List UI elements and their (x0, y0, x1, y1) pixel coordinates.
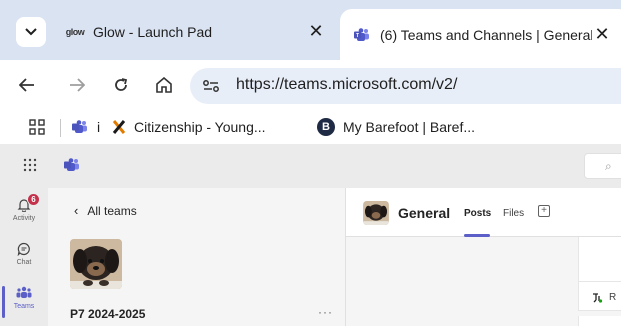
post-snippet: R (609, 291, 617, 303)
browser-tab-glow[interactable]: glow Glow - Launch Pad ✕ (56, 8, 336, 55)
post-divider (579, 281, 621, 282)
bookmarks-bar: i Citizenship - Young... B My Barefoot |… (0, 110, 621, 144)
post-card[interactable]: a R (578, 237, 621, 311)
post-card[interactable] (578, 316, 621, 326)
team-avatar[interactable] (70, 239, 122, 289)
app-bot-icon (593, 293, 603, 303)
close-icon[interactable]: ✕ (592, 24, 612, 45)
browser-tab-strip: glow Glow - Launch Pad ✕ T (6) Teams and… (0, 0, 621, 60)
teams-header: ⌕ (0, 144, 621, 188)
forward-arrow-icon (70, 78, 85, 92)
apps-button[interactable] (29, 116, 45, 138)
svg-text:T: T (356, 33, 359, 39)
post-reply-row[interactable]: R (591, 291, 616, 303)
team-name: P7 2024-2025 (70, 307, 146, 321)
rail-item-teams[interactable]: Teams (0, 280, 48, 324)
bookmark-separator (60, 119, 61, 137)
teams-list-pane: ‹ All teams P7 2024-2025 ··· (48, 188, 346, 326)
barefoot-icon: B (317, 118, 335, 136)
citizenship-icon (112, 119, 126, 135)
more-options-icon[interactable]: ··· (318, 305, 333, 319)
tab-files[interactable]: Files (503, 208, 524, 219)
rail-item-activity[interactable]: 6 Activity (0, 192, 48, 236)
teams-logo-icon (64, 158, 80, 177)
all-teams-label: All teams (87, 203, 137, 218)
waffle-icon (23, 158, 37, 172)
rail-item-chat[interactable]: Chat (0, 236, 48, 280)
active-tab-indicator (464, 234, 490, 237)
browser-tab-teams[interactable]: T (6) Teams and Channels | General | P7 … (340, 9, 621, 60)
bookmark-label: Citizenship - Young... (134, 119, 266, 135)
back-button[interactable] (14, 72, 40, 98)
reload-button[interactable] (108, 72, 134, 98)
app-launcher-button[interactable] (22, 157, 40, 175)
teams-icon (72, 120, 88, 134)
teams-app: ⌕ 6 Activity Chat Teams ‹ All teams P7 2… (0, 144, 621, 326)
toolbar: https://teams.microsoft.com/v2/ (0, 60, 621, 110)
glow-icon: glow (65, 26, 85, 37)
address-bar[interactable]: https://teams.microsoft.com/v2/ (190, 68, 621, 104)
app-rail: 6 Activity Chat Teams (0, 188, 48, 326)
home-button[interactable] (151, 72, 177, 98)
teams-people-icon (16, 286, 32, 298)
close-icon[interactable]: ✕ (306, 21, 326, 42)
tab-posts[interactable]: Posts (464, 208, 491, 219)
channel-avatar (363, 201, 389, 225)
bookmark-label: i (97, 119, 101, 135)
channel-header: General Posts Files + (346, 188, 621, 237)
reload-icon (115, 78, 128, 91)
add-tab-button[interactable]: + (538, 205, 550, 217)
chevron-left-icon: ‹ (74, 203, 79, 218)
tab-title: (6) Teams and Channels | General | P7 20… (380, 26, 592, 43)
teams-icon: T (353, 27, 371, 43)
chevron-down-icon (25, 28, 37, 36)
rail-label: Activity (12, 215, 36, 222)
rail-label: Teams (13, 303, 35, 310)
teams-search-input[interactable]: ⌕ (584, 153, 621, 179)
bookmark-barefoot[interactable]: B My Barefoot | Baref... (317, 116, 475, 138)
bookmark-label: My Barefoot | Baref... (343, 119, 476, 135)
apps-grid-icon (29, 119, 45, 135)
puppy-photo (70, 239, 122, 289)
channel-view: General Posts Files + a R (346, 188, 621, 326)
tab-search-button[interactable] (16, 17, 46, 47)
activity-badge: 6 (27, 193, 40, 206)
chat-icon (17, 242, 30, 256)
home-icon (156, 77, 172, 93)
rail-label: Chat (16, 259, 32, 266)
bookmark-teams[interactable]: i (72, 116, 100, 138)
forward-button[interactable] (64, 72, 90, 98)
back-arrow-icon (19, 78, 34, 92)
bookmark-citizenship[interactable]: Citizenship - Young... (112, 116, 266, 138)
url-text: https://teams.microsoft.com/v2/ (236, 76, 458, 93)
site-info-icon[interactable] (196, 71, 226, 101)
tab-title: Glow - Launch Pad (93, 23, 213, 40)
all-teams-link[interactable]: ‹ All teams (74, 203, 137, 218)
search-icon: ⌕ (605, 159, 612, 173)
channel-name: General (398, 205, 451, 221)
